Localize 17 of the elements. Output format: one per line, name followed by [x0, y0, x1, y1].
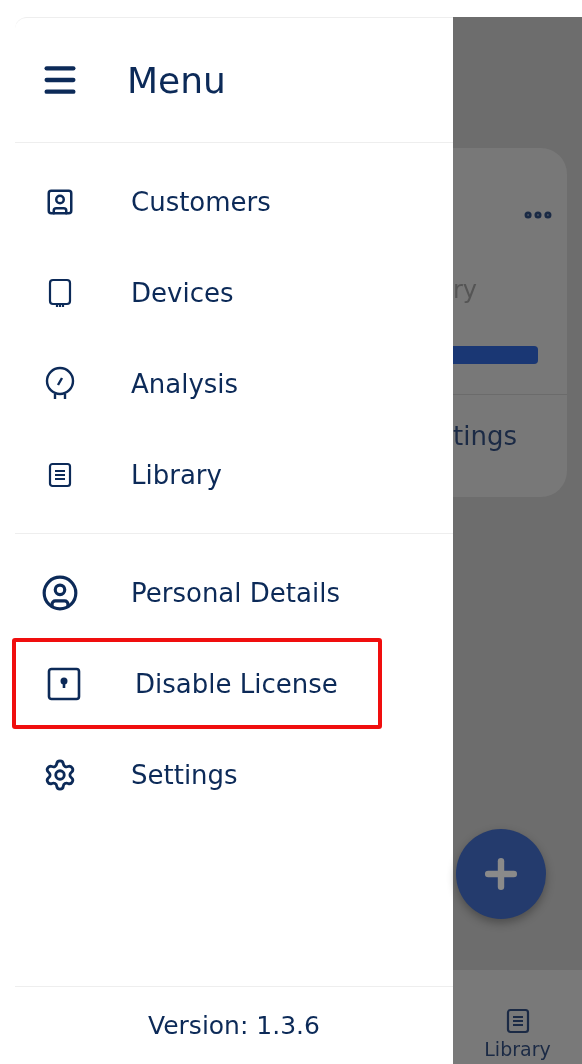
menu-item[interactable]: Library	[15, 429, 378, 520]
user-circle-icon	[41, 573, 79, 612]
menu-item[interactable]: Customers	[15, 156, 378, 247]
menu-item[interactable]: Personal Details	[15, 547, 378, 638]
menu-item[interactable]: Settings	[15, 729, 378, 820]
menu-item[interactable]: Analysis	[15, 338, 378, 429]
lock-icon	[47, 666, 81, 701]
gauge-icon	[44, 365, 76, 402]
add-button[interactable]	[456, 829, 546, 919]
document-icon	[505, 1008, 530, 1034]
document-icon	[48, 461, 72, 488]
version-label: Version: 1.3.6	[148, 1011, 320, 1040]
device-icon	[48, 277, 72, 308]
drawer-title: Menu	[127, 59, 226, 101]
settings-icon	[43, 757, 77, 792]
menu-item[interactable]: Devices	[15, 247, 378, 338]
highlighted-menu-item[interactable]: Disable License	[12, 638, 382, 729]
